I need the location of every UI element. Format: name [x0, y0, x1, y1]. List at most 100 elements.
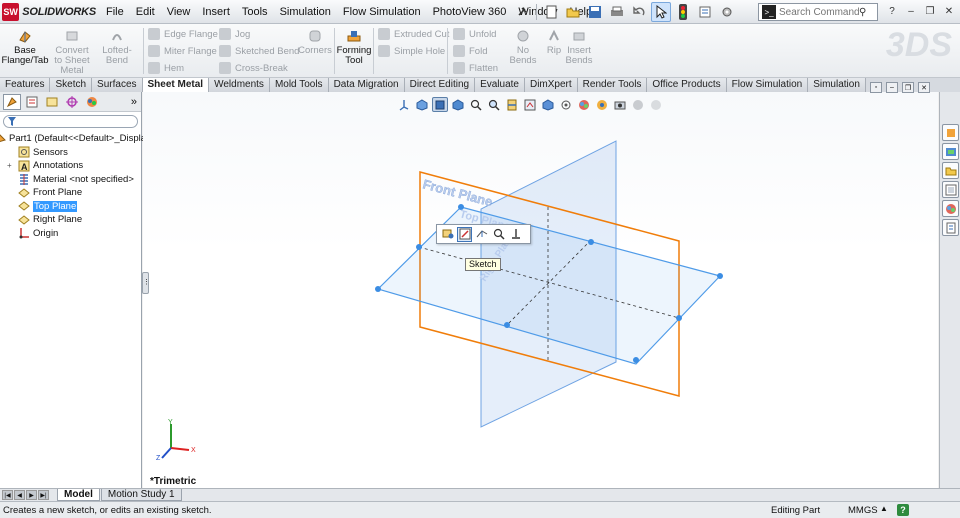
menu-file[interactable]: File — [100, 0, 130, 24]
tab-model[interactable]: Model — [57, 489, 100, 501]
minimize-icon[interactable]: – — [902, 3, 920, 20]
apply-scene-icon[interactable] — [594, 97, 610, 112]
viewport-close-icon[interactable]: ✕ — [918, 82, 930, 93]
sketched-bend-button[interactable]: Sketched Bend — [219, 44, 299, 58]
plane-handle[interactable] — [375, 286, 381, 292]
plane-handle[interactable] — [588, 239, 594, 245]
zoom-to-selection-icon[interactable] — [491, 227, 506, 242]
convert-to-sheet-metal-button[interactable]: Convert to Sheet Metal — [52, 28, 92, 76]
undo-icon[interactable] — [629, 2, 649, 22]
edge-flange-button[interactable]: Edge Flange — [148, 27, 218, 41]
close-icon[interactable]: ✕ — [940, 3, 958, 20]
app-logo[interactable]: SW SOLIDWORKS — [2, 2, 96, 22]
view-palette-icon[interactable] — [942, 181, 959, 198]
sketch-icon[interactable] — [457, 226, 472, 242]
lofted-bend-button[interactable]: Lofted-Bend — [94, 28, 140, 66]
quick-help-icon[interactable]: ? — [897, 504, 909, 516]
plane-handle[interactable] — [676, 315, 682, 321]
command-prompt-icon[interactable]: >_ — [762, 5, 776, 19]
search-icon[interactable]: ⚲ — [859, 7, 866, 18]
custom-properties-icon[interactable] — [942, 219, 959, 236]
display-style-icon[interactable] — [540, 97, 556, 112]
pin-icon[interactable] — [512, 2, 532, 22]
realview-icon[interactable] — [630, 97, 646, 112]
plane-handle[interactable] — [504, 322, 510, 328]
tab-flow-simulation[interactable]: Flow Simulation — [726, 78, 809, 92]
appearances-scenes-icon[interactable] — [942, 200, 959, 217]
coordinate-triad[interactable]: Y X Z — [156, 419, 196, 462]
view-triad-icon[interactable] — [396, 97, 412, 112]
tab-dimxpert[interactable]: DimXpert — [524, 78, 578, 92]
extruded-cut-button[interactable]: Extruded Cut — [378, 27, 449, 41]
menu-simulation[interactable]: Simulation — [274, 0, 337, 24]
file-properties-icon[interactable] — [695, 2, 715, 22]
menu-edit[interactable]: Edit — [130, 0, 161, 24]
tab-mold-tools[interactable]: Mold Tools — [269, 78, 329, 92]
last-tab-icon[interactable]: ▶| — [38, 490, 49, 500]
menu-insert[interactable]: Insert — [196, 0, 236, 24]
tree-item-annotations[interactable]: + A Annotations — [2, 159, 141, 173]
print-icon[interactable] — [607, 2, 627, 22]
file-explorer-icon[interactable] — [942, 162, 959, 179]
configuration-manager-tab-icon[interactable] — [43, 94, 61, 110]
forming-tool-button[interactable]: Forming Tool — [337, 28, 371, 66]
tab-office-products[interactable]: Office Products — [647, 78, 727, 92]
tree-item-front-plane[interactable]: Front Plane — [2, 186, 141, 200]
units-selector[interactable]: MMGS — [848, 505, 878, 516]
restore-icon[interactable]: ❐ — [921, 3, 939, 20]
tab-render-tools[interactable]: Render Tools — [577, 78, 648, 92]
tree-item-sensors[interactable]: Sensors — [2, 146, 141, 160]
tree-item-origin[interactable]: Origin — [2, 227, 141, 241]
zoom-to-area-icon[interactable] — [486, 97, 502, 112]
shadows-icon[interactable] — [648, 97, 664, 112]
rebuild-traffic-light-icon[interactable] — [673, 2, 693, 22]
fold-button[interactable]: Fold — [453, 44, 487, 58]
normal-to-icon[interactable] — [474, 227, 489, 242]
tree-item-material[interactable]: Material <not specified> — [2, 173, 141, 187]
standard-views-icon[interactable] — [432, 97, 448, 112]
tree-item-right-plane[interactable]: Right Plane — [2, 213, 141, 227]
viewport-restore-icon[interactable]: ❐ — [902, 82, 914, 93]
tab-weldments[interactable]: Weldments — [209, 78, 270, 92]
rip-button[interactable]: Rip — [545, 28, 563, 56]
cross-break-button[interactable]: Cross-Break — [219, 61, 288, 75]
anchor-normal-icon[interactable] — [508, 227, 523, 242]
hide-show-items-icon[interactable] — [558, 97, 574, 112]
menu-view[interactable]: View — [161, 0, 197, 24]
display-manager-tab-icon[interactable] — [83, 94, 101, 110]
unfold-button[interactable]: Unfold — [453, 27, 496, 41]
plane-handle[interactable] — [633, 357, 639, 363]
expand-panel-icon[interactable]: » — [131, 96, 137, 108]
panel-splitter-handle[interactable]: ⋮ — [142, 272, 150, 294]
select-arrow-icon[interactable] — [651, 2, 671, 22]
property-manager-tab-icon[interactable] — [23, 94, 41, 110]
section-view-icon[interactable] — [504, 97, 520, 112]
edit-appearance-icon[interactable] — [576, 97, 592, 112]
first-tab-icon[interactable]: |◀ — [2, 490, 13, 500]
previous-view-icon[interactable] — [414, 97, 430, 112]
viewport-tile-icon[interactable]: ▫ — [870, 82, 882, 93]
menu-tools[interactable]: Tools — [236, 0, 274, 24]
design-library-icon[interactable] — [942, 143, 959, 160]
tab-motion-study[interactable]: Motion Study 1 — [100, 489, 182, 501]
flatten-button[interactable]: Flatten — [453, 61, 498, 75]
viewport-minimize-icon[interactable]: – — [886, 82, 898, 93]
expand-plus-icon[interactable]: + — [2, 161, 18, 170]
dimxpert-manager-tab-icon[interactable] — [63, 94, 81, 110]
menu-flow-simulation[interactable]: Flow Simulation — [337, 0, 427, 24]
jog-button[interactable]: Jog — [219, 27, 250, 41]
open-folder-icon[interactable] — [563, 2, 583, 22]
search-commands-input[interactable] — [779, 6, 859, 18]
tab-sheet-metal[interactable]: Sheet Metal — [142, 78, 210, 92]
plane-handle[interactable] — [717, 273, 723, 279]
tree-filter[interactable] — [3, 115, 138, 128]
units-chevron-up-icon[interactable]: ▲ — [880, 504, 888, 513]
tab-data-migration[interactable]: Data Migration — [328, 78, 405, 92]
tree-item-part[interactable]: Part1 (Default<<Default>_Displa — [0, 132, 146, 146]
tab-evaluate[interactable]: Evaluate — [475, 78, 525, 92]
tab-sketch[interactable]: Sketch — [50, 78, 93, 92]
previous-tab-icon[interactable]: ◀ — [14, 490, 25, 500]
graphics-area[interactable]: Front Plane Top Plane Right Plane Y X Z — [143, 92, 938, 488]
tab-simulation[interactable]: Simulation — [808, 78, 866, 92]
base-flange-tab-button[interactable]: Base Flange/Tab — [2, 28, 49, 66]
